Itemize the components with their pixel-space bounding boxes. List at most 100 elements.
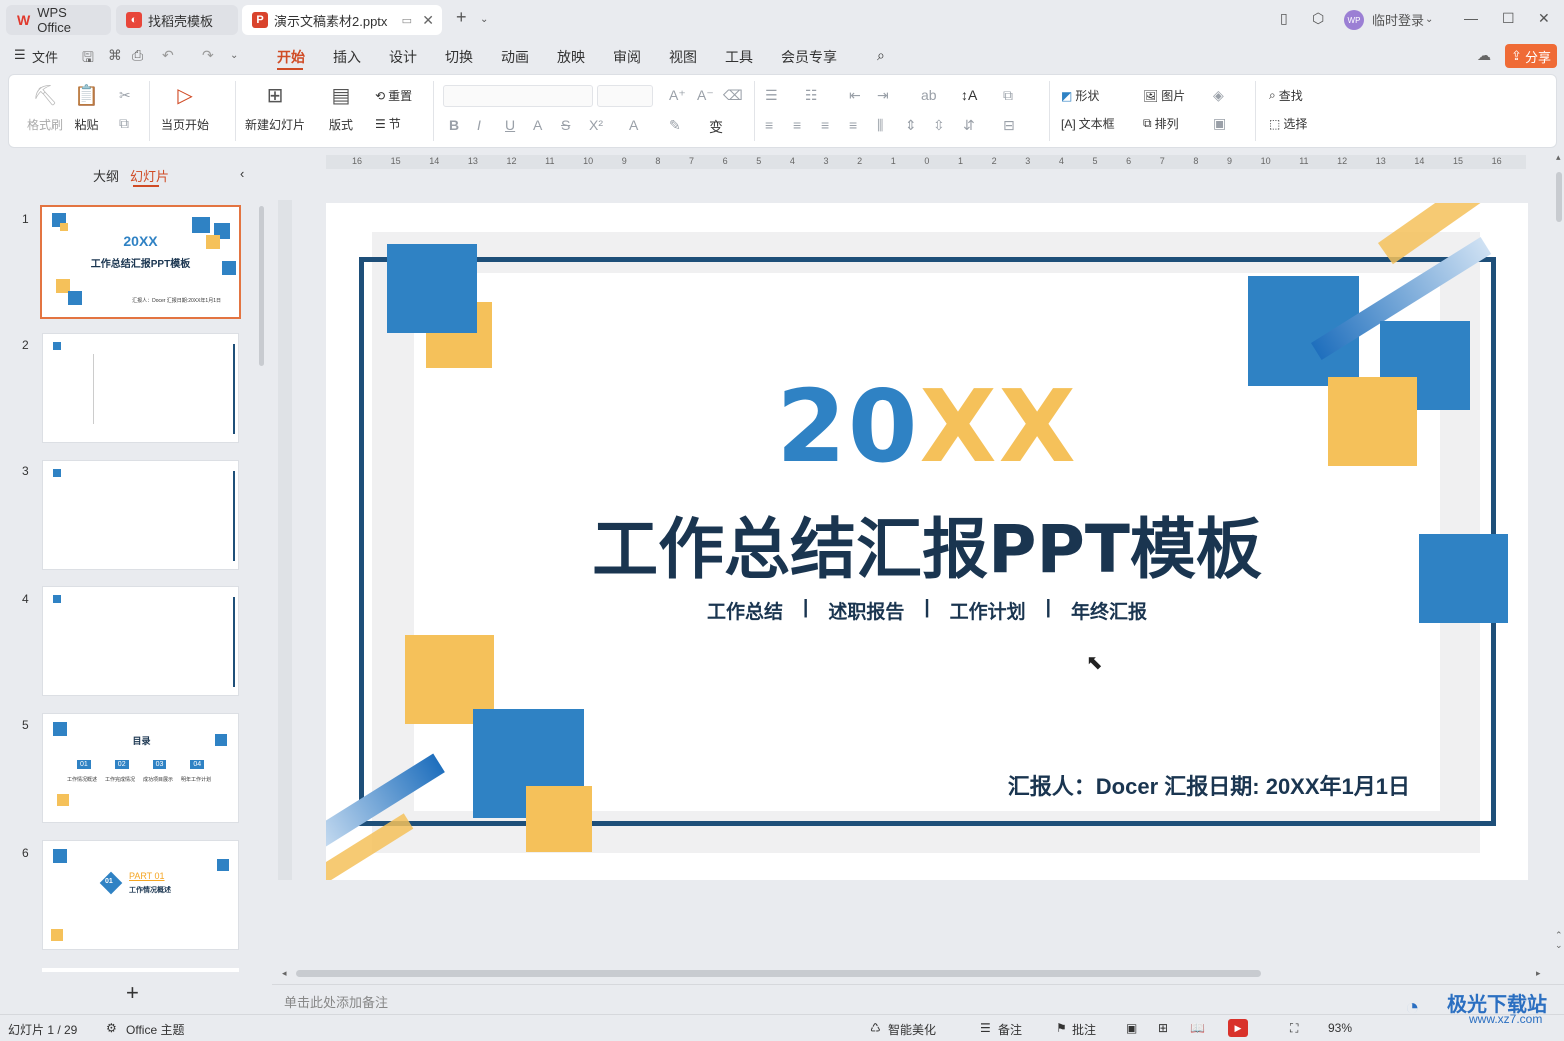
file-menu[interactable]: 文件 bbox=[32, 47, 58, 66]
menu-design[interactable]: 设计 bbox=[389, 47, 417, 67]
start-from-current-button[interactable]: ▷ 当页开始 bbox=[161, 83, 209, 133]
align-left-icon[interactable]: ≡ bbox=[765, 117, 773, 133]
save-icon[interactable]: 🖫 bbox=[82, 47, 94, 71]
share-button[interactable]: ⇪ 分享 bbox=[1505, 44, 1557, 68]
bold-icon[interactable]: B bbox=[449, 117, 459, 133]
menu-member[interactable]: 会员专享 bbox=[781, 47, 837, 67]
cube-icon[interactable]: ⬡ bbox=[1312, 10, 1324, 27]
new-slide-button[interactable]: ⊞ 新建幻灯片 bbox=[245, 83, 305, 133]
screen-icon[interactable]: ▭ bbox=[402, 14, 412, 27]
clear-format-icon[interactable]: ⌫ bbox=[723, 87, 743, 104]
tab-docer-templates[interactable]: ◐ 找稻壳模板 bbox=[116, 5, 238, 35]
tab-slides[interactable]: 幻灯片 bbox=[130, 166, 169, 185]
reading-view-icon[interactable]: 📖 bbox=[1190, 1021, 1205, 1035]
line-spacing-icon[interactable]: ⇕ bbox=[905, 117, 917, 134]
scroll-up-icon[interactable]: ▴ bbox=[1556, 152, 1561, 163]
menu-review[interactable]: 审阅 bbox=[613, 47, 641, 67]
vertical-scrollbar[interactable] bbox=[1556, 172, 1562, 222]
comments-button[interactable]: 批注 bbox=[1072, 1021, 1096, 1038]
page-nav-icon[interactable]: ⌃ ⌄ bbox=[1555, 930, 1563, 950]
sort-icon[interactable]: ↕A bbox=[961, 87, 977, 103]
slide-thumbnail-4[interactable] bbox=[42, 586, 239, 696]
align-center-icon[interactable]: ≡ bbox=[793, 117, 801, 133]
text-align-vertical-icon[interactable]: ⊟ bbox=[1003, 117, 1015, 134]
notes-button[interactable]: 备注 bbox=[998, 1021, 1022, 1038]
blue-square[interactable] bbox=[387, 244, 477, 333]
paragraph-spacing-icon[interactable]: ⇳ bbox=[933, 117, 945, 134]
menu-insert[interactable]: 插入 bbox=[333, 47, 361, 67]
shadow-icon[interactable]: A bbox=[533, 117, 542, 133]
notes-pane[interactable]: 单击此处添加备注 bbox=[272, 984, 1564, 1014]
play-slideshow-icon[interactable]: ▶ bbox=[1228, 1019, 1248, 1037]
font-size-select[interactable] bbox=[597, 85, 653, 107]
normal-view-icon[interactable]: ▣ bbox=[1126, 1021, 1137, 1035]
slide-reporter-line[interactable]: 汇报人：Docer 汇报日期: 20XX年1月1日 bbox=[1008, 769, 1410, 801]
increase-indent-icon[interactable]: ⇥ bbox=[877, 87, 889, 104]
menu-slideshow[interactable]: 放映 bbox=[557, 47, 585, 67]
slide-thumbnail-1[interactable]: 20XX 工作总结汇报PPT模板 汇报人：Docer 汇报日期:20XX年1月1… bbox=[40, 205, 241, 319]
layout-button[interactable]: ▤ 版式 bbox=[329, 83, 353, 133]
login-button[interactable]: 临时登录 bbox=[1372, 10, 1424, 29]
select-button[interactable]: ⬚ 选择 bbox=[1269, 115, 1307, 132]
close-tab-icon[interactable]: ✕ bbox=[422, 12, 434, 29]
print-preview-icon[interactable]: ⎙ bbox=[132, 47, 143, 64]
copy-icon[interactable]: ⧉ bbox=[119, 115, 129, 132]
yellow-square[interactable] bbox=[526, 786, 592, 852]
slide-thumbnail-6[interactable]: 01 PART 01 工作情况概述 bbox=[42, 840, 239, 950]
bullet-list-icon[interactable]: ☰ bbox=[765, 87, 778, 104]
numbered-list-icon[interactable]: ☷ bbox=[805, 87, 818, 104]
font-family-select[interactable] bbox=[443, 85, 593, 107]
undo-icon[interactable]: ↶ bbox=[162, 47, 174, 64]
link-icon[interactable]: ⌘ bbox=[108, 47, 122, 64]
tab-document[interactable]: P 演示文稿素材2.pptx ▭ ✕ bbox=[242, 5, 442, 35]
menu-transition[interactable]: 切换 bbox=[445, 47, 473, 67]
distribute-icon[interactable]: ⫼ bbox=[877, 117, 883, 134]
redo-icon[interactable]: ↷ bbox=[202, 47, 214, 64]
shape-button[interactable]: ◩ 形状 bbox=[1061, 87, 1099, 104]
add-slide-button[interactable]: + bbox=[126, 980, 139, 1006]
align-right-icon[interactable]: ≡ bbox=[821, 117, 829, 133]
slide-thumbnail-3[interactable] bbox=[42, 460, 239, 570]
increase-font-icon[interactable]: A⁺ bbox=[669, 87, 686, 104]
fit-window-icon[interactable]: ⛶ bbox=[1290, 1021, 1298, 1036]
sorter-view-icon[interactable]: ⊞ bbox=[1158, 1021, 1168, 1035]
minimize-icon[interactable]: — bbox=[1464, 10, 1478, 26]
quick-access-chevron-icon[interactable]: ⌄ bbox=[230, 50, 238, 61]
theme-name[interactable]: Office 主题 bbox=[126, 1021, 184, 1038]
text-effect-icon[interactable]: ⧉ bbox=[1003, 87, 1013, 104]
reset-button[interactable]: ⟲ 重置 bbox=[375, 87, 412, 104]
slide-subtitle-line[interactable]: 工作总结 | 述职报告 | 工作计划 | 年终汇报 bbox=[326, 597, 1528, 624]
outline-icon[interactable]: ▣ bbox=[1213, 115, 1226, 132]
textbox-button[interactable]: [A] 文本框 bbox=[1061, 115, 1115, 132]
tab-wps-office[interactable]: W WPS Office bbox=[6, 5, 111, 35]
highlight-icon[interactable]: ✎ bbox=[669, 117, 681, 134]
italic-icon[interactable]: I bbox=[477, 117, 481, 133]
new-tab-icon[interactable]: + bbox=[456, 7, 467, 28]
search-icon[interactable]: ⌕ bbox=[877, 47, 885, 64]
section-button[interactable]: ☰ 节 bbox=[375, 115, 401, 132]
slide-canvas[interactable]: 20XX 工作总结汇报PPT模板 工作总结 | 述职报告 | 工作计划 | 年终… bbox=[326, 203, 1528, 880]
hamburger-icon[interactable]: ☰ bbox=[14, 47, 26, 63]
tab-list-chevron-icon[interactable]: ⌄ bbox=[480, 14, 488, 25]
layout-icon[interactable]: ▯ bbox=[1280, 10, 1288, 27]
find-button[interactable]: ⌕ 查找 bbox=[1269, 87, 1303, 104]
close-window-icon[interactable]: ✕ bbox=[1538, 10, 1550, 27]
slide-year[interactable]: 20XX bbox=[326, 368, 1528, 485]
strikethrough-icon[interactable]: S bbox=[561, 117, 570, 133]
slide-title[interactable]: 工作总结汇报PPT模板 bbox=[326, 496, 1528, 592]
zoom-level[interactable]: 93% bbox=[1328, 1021, 1352, 1035]
menu-animation[interactable]: 动画 bbox=[501, 47, 529, 67]
login-chevron-icon[interactable]: ⌄ bbox=[1425, 14, 1433, 25]
picture-button[interactable]: 🖼 图片 bbox=[1143, 87, 1185, 104]
underline-icon[interactable]: U bbox=[505, 117, 515, 133]
superscript-icon[interactable]: X² bbox=[589, 117, 603, 133]
horizontal-scrollbar[interactable] bbox=[296, 970, 1261, 977]
collapse-panel-icon[interactable]: ‹ bbox=[240, 166, 244, 181]
decrease-indent-icon[interactable]: ⇤ bbox=[849, 87, 861, 104]
tab-outline[interactable]: 大纲 bbox=[93, 166, 119, 185]
justify-icon[interactable]: ≡ bbox=[849, 117, 857, 133]
menu-home[interactable]: 开始 bbox=[277, 47, 305, 67]
panel-scrollbar[interactable] bbox=[259, 206, 264, 366]
decrease-font-icon[interactable]: A⁻ bbox=[697, 87, 714, 104]
arrange-button[interactable]: ⧉ 排列 bbox=[1143, 115, 1179, 132]
